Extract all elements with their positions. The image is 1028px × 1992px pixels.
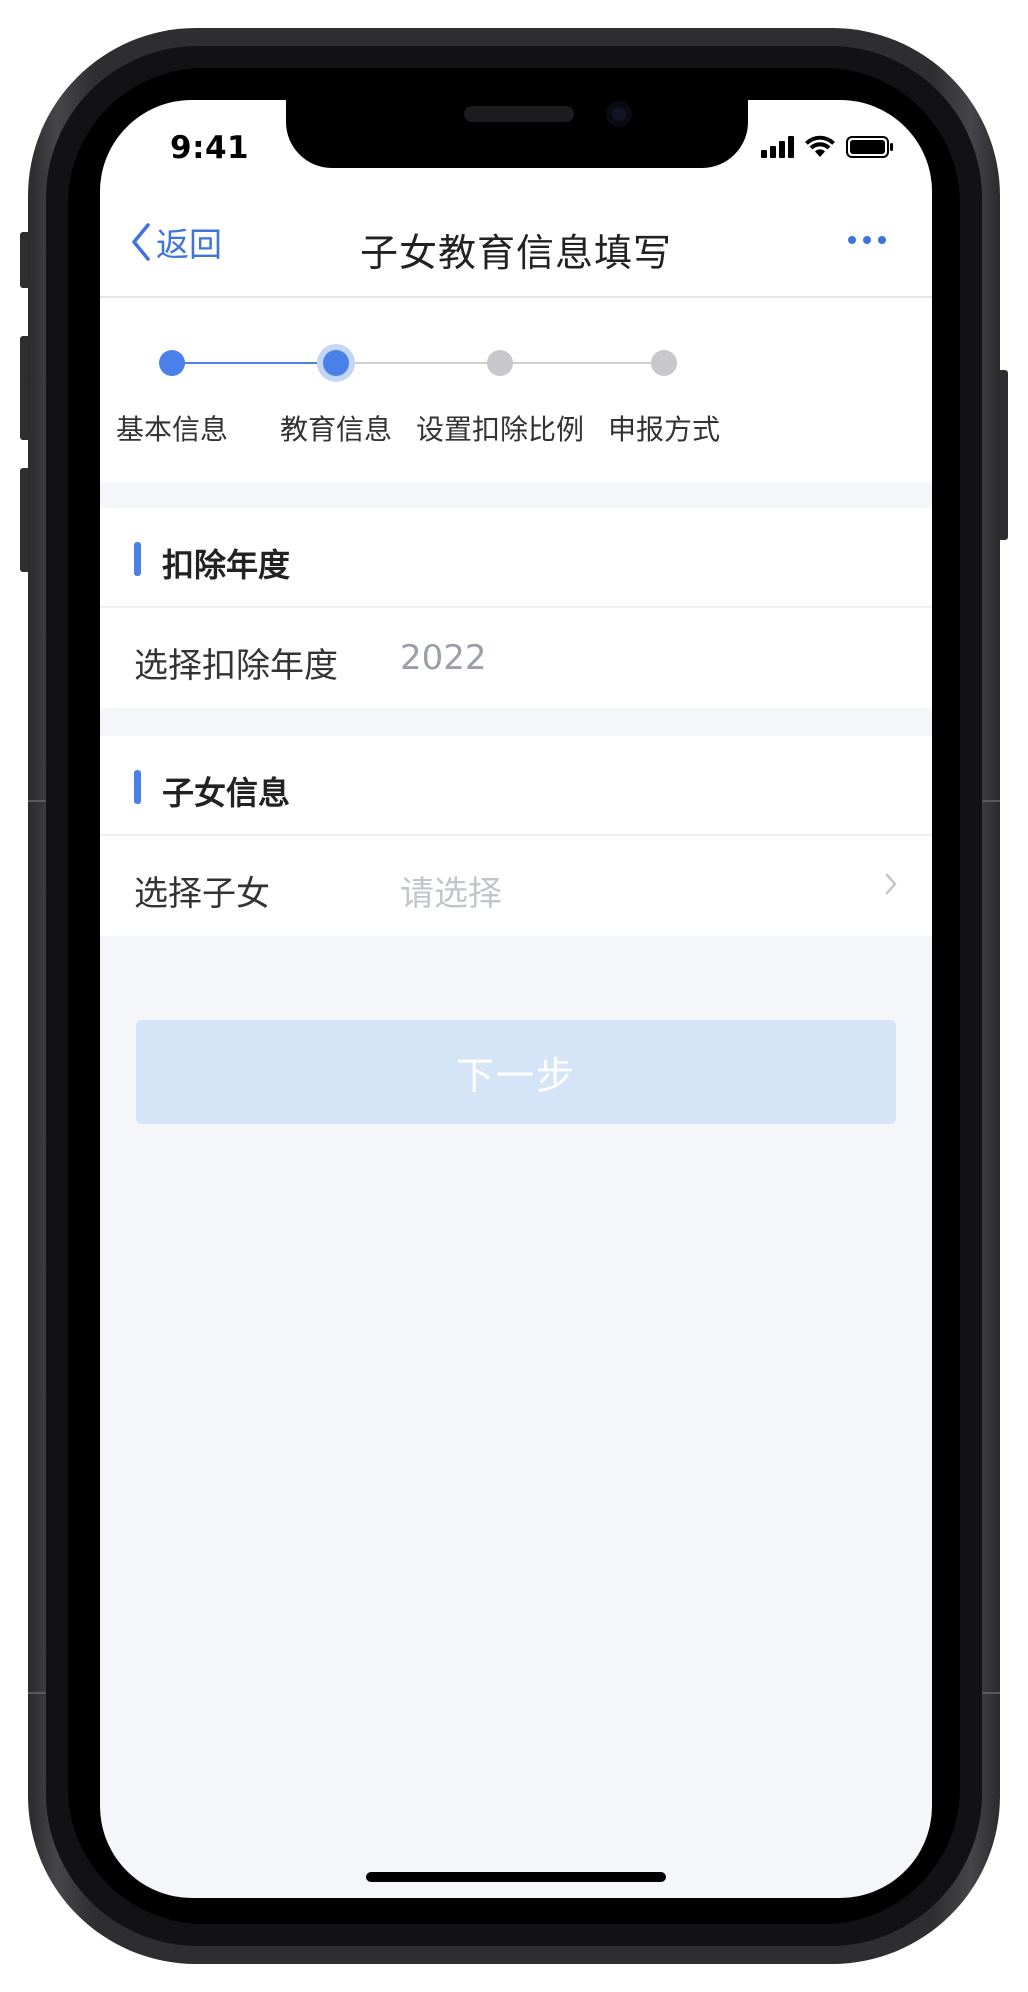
deduction-year-card: 扣除年度 选择扣除年度 2022 bbox=[100, 508, 932, 708]
step-label-filing-method: 申报方式 bbox=[607, 413, 720, 446]
wifi-icon bbox=[805, 135, 835, 157]
step-connector bbox=[172, 362, 336, 364]
battery-icon bbox=[846, 136, 893, 158]
more-dots-icon[interactable] bbox=[848, 236, 886, 244]
notch bbox=[286, 100, 748, 168]
next-step-button[interactable]: 下一步 bbox=[136, 1020, 896, 1124]
select-child-field[interactable]: 选择子女 请选择 bbox=[100, 836, 932, 936]
step-dot-filing-method bbox=[651, 350, 677, 376]
phone-screen: 9:41 返回 子女教育信息填写 基本信息 教育信息 设置扣除比例 申报方式 扣… bbox=[100, 100, 932, 1898]
cellular-signal-icon bbox=[761, 136, 794, 158]
front-camera bbox=[606, 101, 632, 127]
deduction-year-label: 选择扣除年度 bbox=[134, 646, 338, 686]
page-title: 子女教育信息填写 bbox=[359, 231, 672, 275]
status-icons bbox=[761, 134, 894, 160]
step-dot-basic-info bbox=[159, 350, 185, 376]
section-title-child-info: 子女信息 bbox=[162, 774, 291, 812]
section-header: 扣除年度 bbox=[100, 508, 932, 608]
section-accent-bar bbox=[134, 770, 141, 804]
select-child-label: 选择子女 bbox=[134, 874, 270, 914]
section-title-deduction-year: 扣除年度 bbox=[162, 546, 291, 584]
child-info-card: 子女信息 选择子女 请选择 bbox=[100, 736, 932, 936]
status-time: 9:41 bbox=[170, 130, 250, 166]
device-mockup: 9:41 返回 子女教育信息填写 基本信息 教育信息 设置扣除比例 申报方式 扣… bbox=[0, 0, 1028, 1992]
select-child-placeholder: 请选择 bbox=[400, 874, 502, 914]
chevron-right-icon bbox=[885, 873, 897, 895]
progress-stepper: 基本信息 教育信息 设置扣除比例 申报方式 bbox=[100, 298, 932, 482]
step-dot-deduction-ratio bbox=[487, 350, 513, 376]
deduction-year-value: 2022 bbox=[400, 638, 487, 678]
speaker-grille bbox=[464, 106, 574, 122]
deduction-year-field[interactable]: 选择扣除年度 2022 bbox=[100, 608, 932, 708]
step-connector bbox=[336, 362, 500, 364]
section-header: 子女信息 bbox=[100, 736, 932, 836]
step-dot-education-info bbox=[323, 350, 349, 376]
step-connector bbox=[500, 362, 664, 364]
navigation-bar: 返回 子女教育信息填写 bbox=[100, 188, 932, 298]
section-accent-bar bbox=[134, 542, 141, 576]
home-indicator[interactable] bbox=[366, 1872, 666, 1882]
